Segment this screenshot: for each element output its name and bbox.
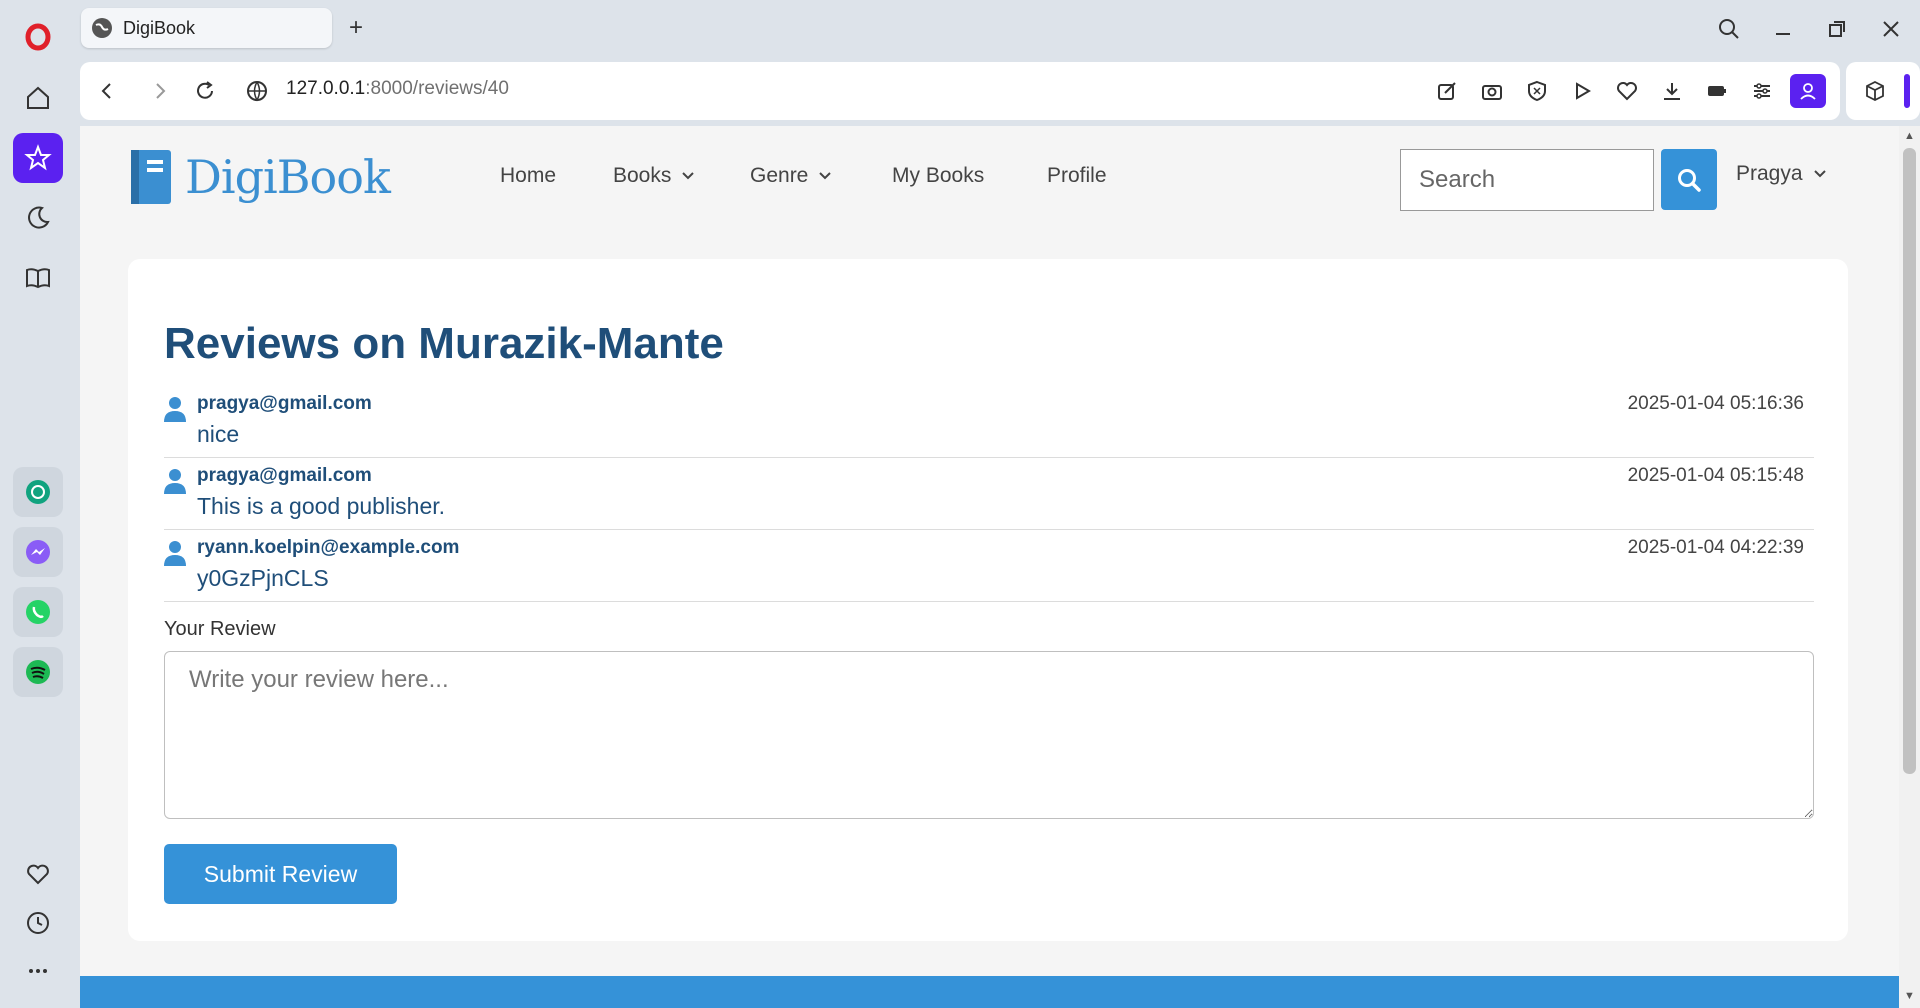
page-viewport: DigiBook Home Books Genre My Books Profi… (80, 126, 1899, 1008)
nav-genre-label: Genre (750, 164, 809, 187)
address-bar: 127.0.0.1:8000/reviews/40 (80, 62, 1840, 120)
extensions-cube-icon[interactable] (1860, 76, 1890, 106)
url-field[interactable]: 127.0.0.1:8000/reviews/40 (286, 78, 509, 100)
search-input[interactable] (1400, 149, 1654, 211)
opera-logo-icon[interactable] (13, 12, 63, 62)
speed-dial-star-icon[interactable] (13, 133, 63, 183)
adblock-shield-icon[interactable] (1522, 76, 1552, 106)
share-edit-icon[interactable] (1432, 76, 1462, 106)
submit-review-button[interactable]: Submit Review (164, 844, 397, 904)
globe-icon (92, 18, 112, 38)
profile-avatar-icon[interactable] (1790, 74, 1826, 108)
whatsapp-icon[interactable] (13, 587, 63, 637)
camera-snapshot-icon[interactable] (1477, 76, 1507, 106)
restore-icon[interactable] (1820, 12, 1854, 46)
review-date: 2025-01-04 04:22:39 (1627, 537, 1804, 558)
browser-sidebar (0, 0, 76, 1008)
user-menu[interactable]: Pragya (1736, 162, 1827, 186)
forward-icon[interactable] (145, 76, 175, 106)
new-tab-button[interactable]: + (342, 14, 370, 42)
nav-books[interactable]: Books (613, 164, 695, 188)
reader-book-icon[interactable] (13, 253, 63, 303)
battery-saver-icon[interactable] (1702, 76, 1732, 106)
url-path: :8000/reviews/40 (365, 78, 509, 99)
nav-profile[interactable]: Profile (1047, 164, 1107, 188)
download-icon[interactable] (1657, 76, 1687, 106)
user-icon (164, 397, 186, 422)
url-host: 127.0.0.1 (286, 78, 366, 99)
reviews-card: Reviews on Murazik-Mante pragya@gmail.co… (128, 259, 1848, 941)
heart-icon[interactable] (13, 849, 63, 899)
play-icon[interactable] (1567, 76, 1597, 106)
review-textarea[interactable] (164, 651, 1814, 819)
extensions-area (1846, 62, 1920, 120)
site-navbar: DigiBook Home Books Genre My Books Profi… (80, 126, 1899, 222)
review-text: nice (197, 421, 240, 447)
review-text: y0GzPjnCLS (197, 565, 329, 591)
user-name: Pragya (1736, 162, 1803, 185)
minimize-icon[interactable] (1766, 12, 1800, 46)
book-logo-icon (131, 150, 171, 204)
spotify-icon[interactable] (13, 647, 63, 697)
nav-home-label: Home (500, 164, 557, 187)
review-text: This is a good publisher. (197, 493, 446, 519)
history-clock-icon[interactable] (13, 898, 63, 948)
review-item: ryann.koelpin@example.com 2025-01-04 04:… (164, 530, 1814, 602)
user-icon (164, 469, 186, 494)
tab-digibook[interactable]: DigiBook (81, 8, 332, 48)
site-logo[interactable]: DigiBook (127, 148, 391, 206)
back-icon[interactable] (92, 76, 122, 106)
review-form-label: Your Review (164, 618, 276, 640)
sidebar-accent-bar (1904, 74, 1910, 108)
easy-setup-icon[interactable] (1747, 76, 1777, 106)
search-tabs-icon[interactable] (1712, 12, 1746, 46)
nav-books-label: Books (613, 164, 672, 187)
page-scrollbar[interactable]: ▲ ▼ (1899, 126, 1920, 1008)
tab-title: DigiBook (123, 17, 196, 38)
review-email: pragya@gmail.com (197, 393, 372, 414)
user-icon (164, 541, 186, 566)
review-item: pragya@gmail.com 2025-01-04 05:16:36 nic… (164, 386, 1814, 458)
review-item: pragya@gmail.com 2025-01-04 05:15:48 Thi… (164, 458, 1814, 530)
more-dots-icon[interactable] (13, 946, 63, 996)
page-title: Reviews on Murazik-Mante (164, 319, 724, 368)
chevron-down-icon (1813, 170, 1826, 178)
review-email: pragya@gmail.com (197, 465, 372, 486)
review-email: ryann.koelpin@example.com (197, 537, 460, 558)
review-date: 2025-01-04 05:16:36 (1627, 393, 1804, 414)
brand-name: DigiBook (185, 150, 391, 204)
scroll-up-arrow-icon[interactable]: ▲ (1904, 130, 1915, 142)
nav-genre[interactable]: Genre (750, 164, 832, 188)
home-icon[interactable] (13, 73, 63, 123)
footer-bar (80, 976, 1899, 1008)
chatgpt-icon[interactable] (13, 467, 63, 517)
nav-home[interactable]: Home (500, 164, 556, 188)
nav-my-books[interactable]: My Books (892, 164, 984, 188)
review-date: 2025-01-04 05:15:48 (1627, 465, 1804, 486)
chevron-down-icon (682, 172, 695, 180)
scrollbar-thumb[interactable] (1903, 148, 1916, 774)
moon-icon[interactable] (13, 193, 63, 243)
search-button[interactable] (1661, 149, 1717, 210)
site-info-globe-icon[interactable] (242, 76, 272, 106)
scroll-down-arrow-icon[interactable]: ▼ (1904, 990, 1915, 1002)
nav-profile-label: Profile (1047, 164, 1107, 187)
chevron-down-icon (819, 172, 832, 180)
reload-icon[interactable] (190, 76, 220, 106)
search-icon (1678, 168, 1701, 192)
tab-strip: DigiBook + (76, 0, 1920, 58)
close-window-icon[interactable] (1874, 12, 1908, 46)
bookmark-heart-icon[interactable] (1612, 76, 1642, 106)
messenger-icon[interactable] (13, 527, 63, 577)
nav-my-books-label: My Books (892, 164, 985, 187)
